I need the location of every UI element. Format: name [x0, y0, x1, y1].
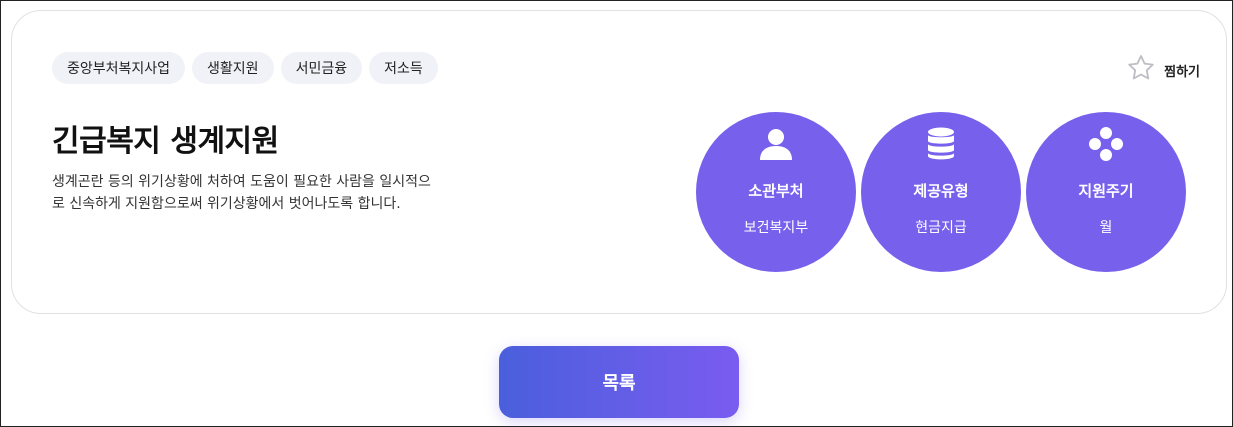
info-circles: 소관부처 보건복지부 제공유형 현금지급 지원주기 월 — [696, 112, 1186, 272]
tag-finance[interactable]: 서민금융 — [280, 52, 363, 84]
tag-list: 중앙부처복지사업 생활지원 서민금융 저소득 — [52, 52, 438, 84]
database-icon — [927, 127, 955, 161]
page-frame: 중앙부처복지사업 생활지원 서민금융 저소득 찜하기 긴급복지 생계지원 생계곤… — [0, 0, 1233, 427]
tag-low-income[interactable]: 저소득 — [369, 52, 438, 84]
tag-living-support[interactable]: 생활지원 — [192, 52, 274, 84]
info-value: 현금지급 — [915, 220, 967, 236]
info-provision-type: 제공유형 현금지급 — [861, 112, 1021, 272]
page-title: 긴급복지 생계지원 — [52, 124, 279, 159]
info-value: 보건복지부 — [743, 220, 809, 236]
tag-central-ministry[interactable]: 중앙부처복지사업 — [52, 52, 186, 84]
info-label: 제공유형 — [913, 182, 969, 200]
info-label: 지원주기 — [1078, 182, 1134, 200]
info-department: 소관부처 보건복지부 — [696, 112, 856, 272]
person-icon — [759, 127, 793, 161]
info-value: 월 — [1099, 220, 1113, 236]
service-card: 중앙부처복지사업 생활지원 서민금융 저소득 찜하기 긴급복지 생계지원 생계곤… — [11, 10, 1227, 314]
list-button[interactable]: 목록 — [499, 346, 739, 418]
cycle-dots-icon — [1089, 127, 1123, 161]
favorite-button[interactable]: 찜하기 — [1126, 53, 1200, 87]
info-support-cycle: 지원주기 월 — [1026, 112, 1186, 272]
info-label: 소관부처 — [748, 182, 804, 200]
favorite-label: 찜하기 — [1164, 64, 1200, 80]
star-outline-icon — [1126, 53, 1156, 87]
service-description: 생계곤란 등의 위기상황에 처하여 도움이 필요한 사람을 일시적으로 신속하게… — [52, 174, 431, 212]
